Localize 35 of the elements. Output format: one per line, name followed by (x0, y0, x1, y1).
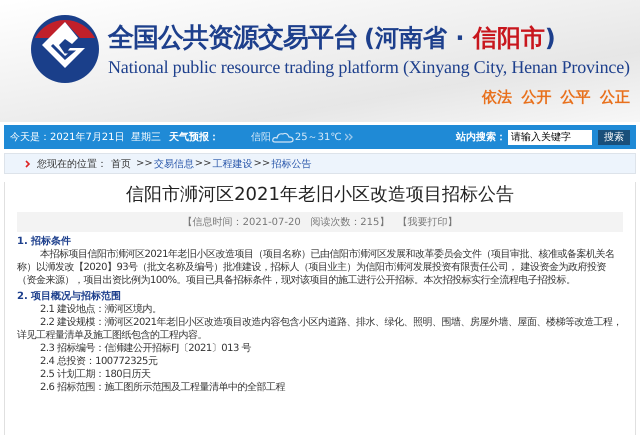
breadcrumb-link[interactable]: 招标公告 (271, 156, 312, 170)
paragraph-text: 本招标项目信阳市浉河区2021年老旧小区改造项目（项目名称）已由信阳市浉河区发展和改革委员会文件（项目审批、核准或备案机关名称）以浉发改【2020】93号（批文名称及编号）批准建设，招标人（项目业主）为信阳市浉河发展投资有限责任公司， 建设资金为政府投资（资金来源），项目出资比例为100%。项目已具备招标条件，现对该项目的施工进行公开招标。本次招投标实行全流程电子招投标。 (17, 248, 616, 287)
section-heading: 1. 招标条件 (17, 235, 72, 248)
search-button[interactable]: 搜索 (598, 130, 630, 144)
chevron-icon[interactable] (344, 133, 353, 141)
article-title: 信阳市浉河区2021年老旧小区改造项目招标公告 (125, 183, 515, 206)
logo-icon (30, 14, 100, 84)
breadcrumb-label: 您现在的位置： (37, 158, 107, 170)
breadcrumb-link[interactable]: 首页 (111, 156, 131, 170)
paragraph-text: 2.2 建设规模：浉河区2021年老旧小区改造项目改造内容包含小区内道路、排水、绿化、照明、围墙、房屋外墙、屋面、楼梯等改造工程，详见工程量清单及施工图纸包含的工程内容。 (17, 316, 623, 342)
breadcrumb-separator: >> (194, 158, 212, 169)
breadcrumb-separator: >> (254, 158, 270, 169)
print-link[interactable]: 【我要打印】 (397, 215, 458, 229)
city-name: 信阳 (250, 131, 271, 144)
slogan: 依法 公开 公平 公正 (482, 88, 630, 107)
paragraph-text: 2.3 招标编号：信浉建公开招标FJ〔2021〕013 号 (39, 342, 252, 355)
paragraph-text: 2.1 建设地点：浉河区境内。 (39, 303, 163, 316)
paragraph-text: 2.5 计划工期：180日历天 (39, 368, 152, 381)
meta-text: 【信息时间：2021-07-20 阅读次数：215】 (182, 216, 390, 229)
breadcrumb-separator: >> (136, 158, 153, 169)
site-title: 全国公共资源交易平台 (108, 22, 358, 55)
weather-label: 天气预报： (168, 130, 219, 144)
paragraph-text: 2.4 总投资：100772325元 (39, 355, 158, 368)
region-title: (河南省 · 信阳市) (364, 23, 556, 54)
paragraph-text: 2.6 招标范围：施工图所示范围及工程量清单中的全部工程 (39, 381, 286, 394)
search-label: 站内搜索： (456, 130, 506, 144)
site-subtitle: National public resource trading platform (Xinyang City, Henan Province) (108, 57, 630, 78)
section-heading: 2. 项目概况与招标范围 (17, 290, 122, 303)
chevron-icon (25, 160, 31, 168)
breadcrumb-link[interactable]: 交易信息 (154, 156, 194, 170)
search-field[interactable]: 请输入关键字 (508, 130, 592, 144)
date-text: 今天是：2021年7月21日 星期三 (10, 130, 161, 144)
cloud-icon (272, 131, 294, 143)
temperature-text: 25～31℃ (294, 131, 342, 144)
breadcrumb-link[interactable]: 工程建设 (212, 156, 253, 170)
